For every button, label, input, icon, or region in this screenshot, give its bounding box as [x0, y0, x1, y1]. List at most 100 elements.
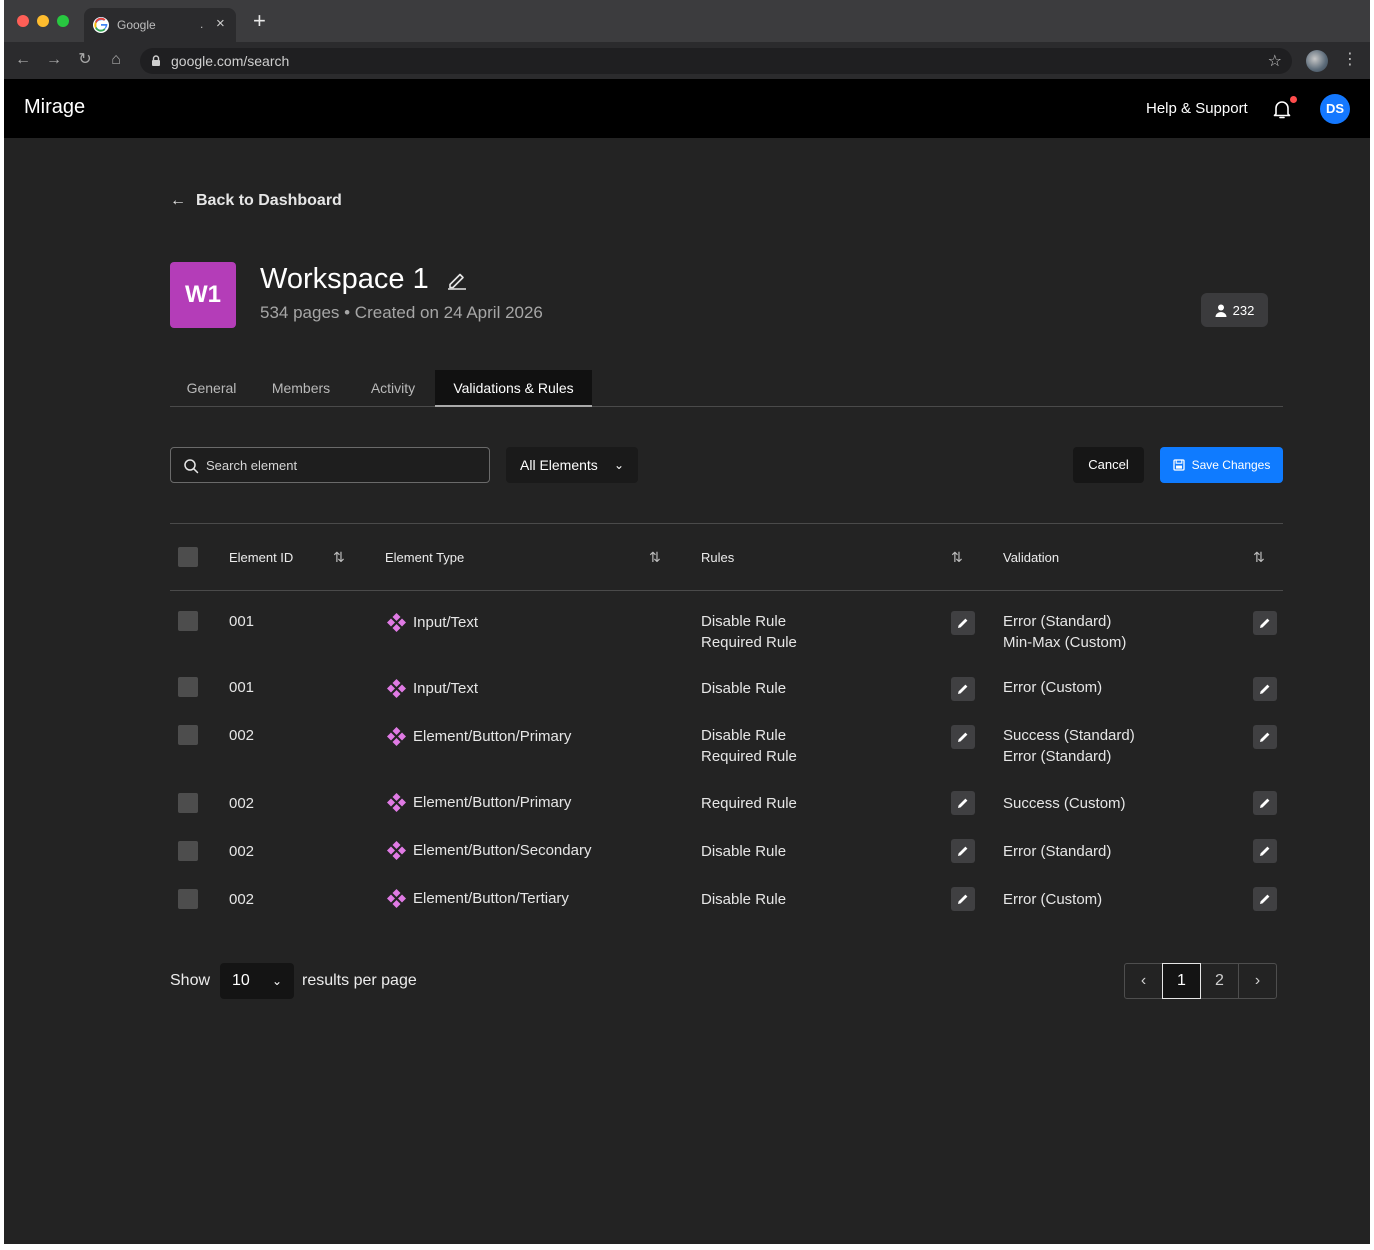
row-checkbox[interactable] — [178, 793, 198, 813]
pencil-icon — [958, 798, 968, 808]
chevron-left-icon: ‹ — [1140, 972, 1147, 989]
element-id: 001 — [229, 679, 255, 696]
back-arrow-icon: ← — [170, 192, 186, 209]
pencil-icon — [1260, 846, 1270, 856]
rule-item: Required Rule — [701, 634, 797, 651]
app-brand[interactable]: Mirage — [24, 96, 85, 119]
cancel-button[interactable]: Cancel — [1073, 447, 1144, 483]
back-link-label: Back to Dashboard — [196, 192, 342, 209]
search-input[interactable]: Search element — [170, 447, 490, 483]
element-type: Element/Button/Primary — [386, 792, 571, 813]
page-button-1[interactable]: 1 — [1162, 963, 1201, 999]
lock-icon — [152, 55, 160, 66]
edit-rules-button[interactable] — [951, 839, 975, 863]
row-checkbox[interactable] — [178, 677, 198, 697]
edit-rules-button[interactable] — [951, 791, 975, 815]
select-all-checkbox[interactable] — [178, 547, 198, 567]
rule-item: Disable Rule — [701, 613, 787, 630]
edit-validation-button[interactable] — [1253, 839, 1277, 863]
browser-tab[interactable]: Google . × — [84, 8, 236, 42]
user-avatar[interactable]: DS — [1320, 94, 1350, 124]
maximize-window-button[interactable] — [57, 15, 69, 27]
bookmark-star-icon[interactable]: ☆ — [1268, 51, 1282, 71]
forward-arrow-icon[interactable]: → — [45, 51, 63, 69]
browser-tabstrip: Google . × + — [4, 0, 1370, 42]
sort-element-id-icon[interactable]: ⇅ — [333, 549, 345, 566]
element-type: Input/Text — [386, 612, 478, 633]
sort-rules-icon[interactable]: ⇅ — [951, 549, 963, 566]
edit-validation-button[interactable] — [1253, 725, 1277, 749]
per-page-select[interactable]: 10 ⌄ — [220, 963, 294, 999]
header-rules[interactable]: Rules — [701, 550, 734, 565]
header-validation[interactable]: Validation — [1003, 550, 1059, 565]
rule-item: Disable Rule — [701, 891, 787, 908]
table-header-divider — [170, 590, 1283, 591]
sort-element-type-icon[interactable]: ⇅ — [649, 549, 661, 566]
show-label: Show — [170, 972, 211, 989]
component-icon — [387, 793, 406, 812]
edit-rules-button[interactable] — [951, 887, 975, 911]
back-arrow-icon[interactable]: ← — [14, 51, 32, 69]
workspace-meta: 534 pages • Created on 24 April 2026 — [260, 303, 543, 322]
new-tab-button[interactable]: + — [253, 10, 266, 32]
element-filter-dropdown[interactable]: All Elements ⌄ — [506, 447, 638, 483]
help-support-link[interactable]: Help & Support — [1146, 100, 1248, 117]
back-to-dashboard-link[interactable]: ← Back to Dashboard — [170, 192, 342, 210]
address-bar[interactable]: google.com/search ☆ — [140, 48, 1292, 74]
edit-validation-button[interactable] — [1253, 791, 1277, 815]
tab-validations-rules[interactable]: Validations & Rules — [435, 370, 592, 407]
browser-profile-avatar[interactable] — [1306, 50, 1328, 72]
per-page-value: 10 — [232, 972, 250, 989]
app-header: Mirage Help & Support DS — [4, 79, 1370, 138]
home-icon[interactable]: ⌂ — [107, 51, 125, 69]
table-divider — [170, 523, 1283, 524]
member-count-badge[interactable]: 232 — [1201, 293, 1268, 327]
prev-page-button[interactable]: ‹ — [1124, 963, 1163, 999]
row-checkbox[interactable] — [178, 611, 198, 631]
pencil-icon — [1260, 684, 1270, 694]
edit-rules-button[interactable] — [951, 677, 975, 701]
page-button-2[interactable]: 2 — [1200, 963, 1239, 999]
pencil-icon — [1260, 894, 1270, 904]
element-type-label: Element/Button/Primary — [413, 728, 572, 745]
validation-item: Error (Standard) — [1003, 843, 1112, 860]
reload-icon[interactable]: ↻ — [76, 51, 94, 69]
element-type-label: Element/Button/Primary — [413, 794, 572, 811]
element-id: 001 — [229, 613, 255, 630]
tab-general[interactable]: General — [170, 370, 253, 407]
search-placeholder: Search element — [206, 458, 298, 473]
close-window-button[interactable] — [17, 15, 29, 27]
edit-rules-button[interactable] — [951, 611, 975, 635]
browser-menu-icon[interactable]: ⋮ — [1342, 51, 1358, 69]
sort-validation-icon[interactable]: ⇅ — [1253, 549, 1265, 566]
tab-close-icon[interactable]: × — [216, 15, 225, 33]
element-type-label: Element/Button/Tertiary — [413, 890, 569, 907]
header-element-type[interactable]: Element Type — [385, 550, 464, 565]
edit-rules-button[interactable] — [951, 725, 975, 749]
edit-validation-button[interactable] — [1253, 677, 1277, 701]
validation-item: Error (Standard) — [1003, 613, 1112, 630]
validation-item: Success (Custom) — [1003, 795, 1126, 812]
chevron-down-icon: ⌄ — [271, 974, 282, 988]
save-changes-button[interactable]: Save Changes — [1160, 447, 1283, 483]
workspace-title: Workspace 1 — [260, 263, 429, 295]
header-element-id[interactable]: Element ID — [229, 550, 293, 565]
edit-validation-button[interactable] — [1253, 611, 1277, 635]
search-icon — [184, 459, 199, 474]
google-favicon-icon — [93, 17, 109, 33]
row-checkbox[interactable] — [178, 889, 198, 909]
element-type-label: Input/Text — [413, 614, 479, 631]
member-count: 232 — [1232, 302, 1255, 318]
chevron-right-icon: › — [1254, 972, 1261, 989]
row-checkbox[interactable] — [178, 725, 198, 745]
chevron-down-icon: ⌄ — [613, 458, 624, 472]
edit-title-icon[interactable] — [446, 268, 468, 290]
next-page-button[interactable]: › — [1238, 963, 1277, 999]
save-icon — [1172, 459, 1185, 471]
tab-members[interactable]: Members — [253, 370, 349, 407]
edit-validation-button[interactable] — [1253, 887, 1277, 911]
row-checkbox[interactable] — [178, 841, 198, 861]
minimize-window-button[interactable] — [37, 15, 49, 27]
tab-activity[interactable]: Activity — [349, 370, 437, 407]
rule-item: Disable Rule — [701, 727, 787, 744]
